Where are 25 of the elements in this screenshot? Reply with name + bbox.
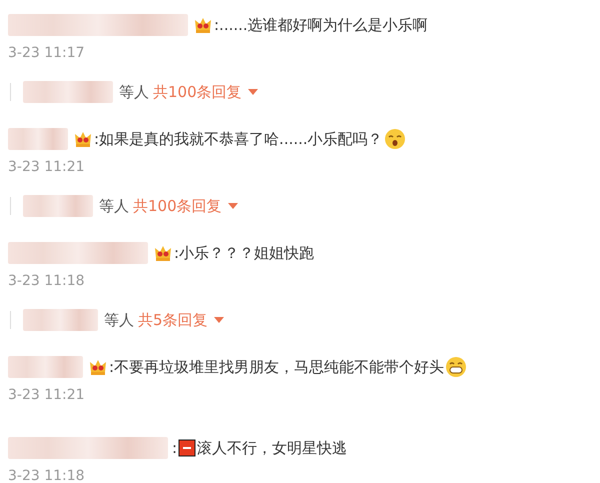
reply-users-label: 等人 [99, 196, 129, 217]
comment-time: 3-23 11:21 [8, 386, 85, 404]
comment-time: 3-23 11:17 [8, 44, 85, 62]
comment-time: 3-23 11:21 [8, 158, 85, 176]
blurred-username [8, 128, 68, 150]
comment-text: :小乐？？？姐姐快跑 [174, 242, 314, 264]
blurred-username [23, 195, 93, 217]
reply-count-link[interactable]: 共100条回复 [153, 80, 258, 104]
reply-count-link[interactable]: 共5条回复 [138, 308, 224, 332]
comment-text: :如果是真的我就不恭喜了哈......小乐配吗？ [94, 128, 383, 150]
comment-time: 3-23 11:18 [8, 466, 85, 483]
reply-count-link[interactable]: 共100条回复 [133, 194, 238, 218]
reply-users-label: 等人 [104, 310, 134, 331]
comment-time: 3-23 11:18 [8, 272, 85, 290]
comment-text: :不要再垃圾堆里找男朋友，马思纯能不能带个好头 [109, 356, 444, 378]
comment-text: : [172, 438, 178, 459]
caret-icon [248, 89, 258, 95]
reply-users-label: 等人 [119, 82, 149, 103]
grinning-face-icon [445, 356, 468, 378]
caret-icon [228, 203, 238, 209]
alert-icon [178, 439, 196, 457]
comment-text: 滚人不行，女明星快逃 [197, 438, 348, 459]
shocked-face-icon [384, 128, 406, 150]
comment-text: :......选谁都好啊为什么是小乐啊 [214, 14, 428, 36]
caret-icon [214, 317, 224, 323]
